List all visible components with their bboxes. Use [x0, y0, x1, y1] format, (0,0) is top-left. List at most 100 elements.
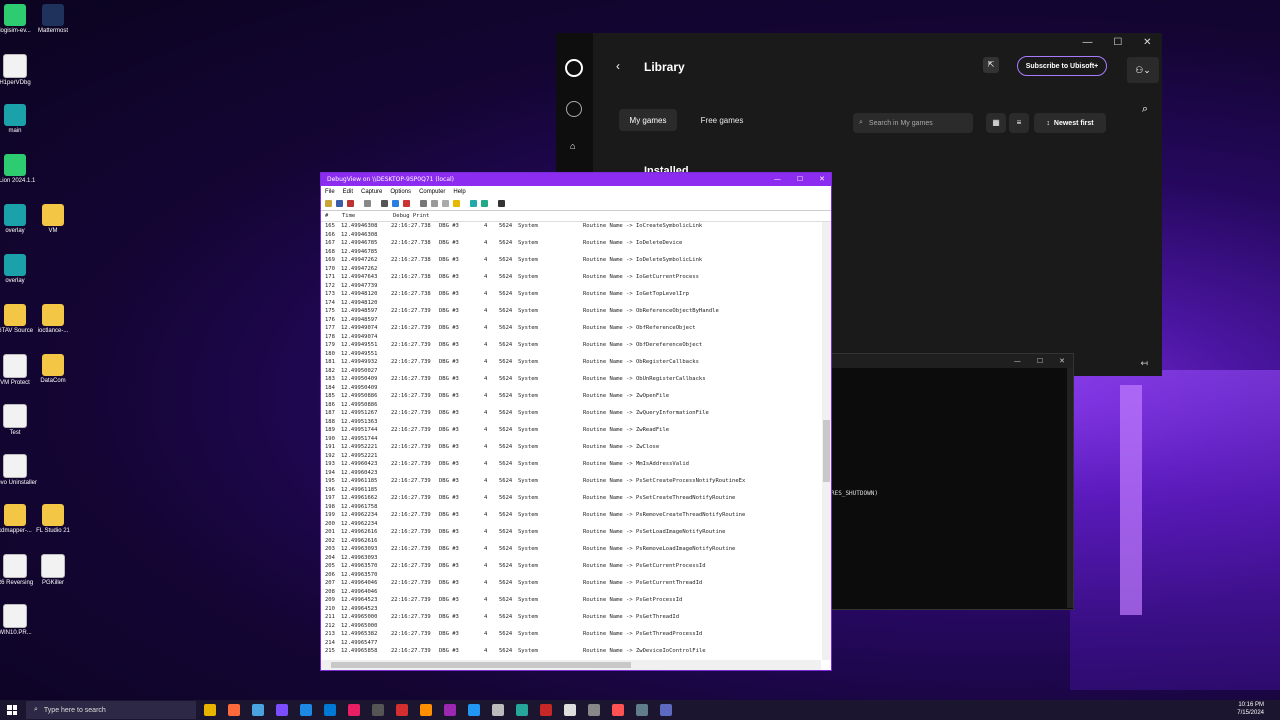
steam-icon[interactable]	[468, 704, 480, 716]
table-row[interactable]: 213 12.49965382 22:16:27.739 DBG #3 4 5624 Sys…	[321, 630, 821, 639]
table-row[interactable]: 184 12.49950409	[321, 384, 821, 393]
desktop-icon[interactable]: Revo Uninstaller	[0, 454, 43, 486]
desktop-icon[interactable]: PGKiller	[25, 554, 81, 586]
app-icon[interactable]	[348, 704, 360, 716]
table-row[interactable]: 186 12.49950886	[321, 401, 821, 410]
table-row[interactable]: 203 12.49963093 22:16:27.739 DBG #3 4 5624 Sys…	[321, 545, 821, 554]
menu-help[interactable]: Help	[453, 189, 465, 195]
desktop-icon[interactable]: ioctlance-...	[25, 304, 81, 334]
brave-icon[interactable]	[228, 704, 240, 716]
minimize-button[interactable]: —	[774, 173, 781, 186]
app-icon[interactable]	[372, 704, 384, 716]
find-icon[interactable]	[364, 200, 371, 207]
table-row[interactable]: 193 12.49960423 22:16:27.739 DBG #3 4 5624 Sys…	[321, 460, 821, 469]
desktop-icon[interactable]: overlay	[0, 254, 43, 284]
connect-icon[interactable]	[470, 200, 477, 207]
maximize-button[interactable]: ☐	[1037, 357, 1043, 365]
subscribe-button[interactable]: Subscribe to Ubisoft+	[1017, 56, 1107, 76]
table-row[interactable]: 176 12.49948597	[321, 316, 821, 325]
collapse-arrow-icon[interactable]: ↤	[1140, 358, 1148, 369]
table-row[interactable]: 207 12.49964046 22:16:27.739 DBG #3 4 5624 Sys…	[321, 579, 821, 588]
table-row[interactable]: 165 12.49946308 22:16:27.738 DBG #3 4 5624 Sys…	[321, 222, 821, 231]
right-search-icon[interactable]: ⌕	[1142, 103, 1148, 116]
friends-menu-icon[interactable]: ⚇⌄	[1127, 57, 1159, 83]
table-row[interactable]: 188 12.49951363	[321, 418, 821, 427]
filter-icon[interactable]	[420, 200, 427, 207]
desktop-icon[interactable]: Test	[0, 404, 43, 436]
app-icon[interactable]	[540, 704, 552, 716]
table-row[interactable]: 192 12.49952221	[321, 452, 821, 461]
table-row[interactable]: 189 12.49951744 22:16:27.739 DBG #3 4 5624 Sys…	[321, 426, 821, 435]
taskbar-clock[interactable]: 10:16 PM 7/15/2024	[1237, 701, 1264, 717]
menu-file[interactable]: File	[325, 189, 335, 195]
desktop-icon[interactable]: H1perVDbg	[0, 54, 43, 86]
back-arrow-icon[interactable]: ‹	[616, 59, 620, 73]
scroll-thumb[interactable]	[823, 420, 830, 482]
table-row[interactable]: 208 12.49964046	[321, 588, 821, 597]
table-row[interactable]: 177 12.49949074 22:16:27.739 DBG #3 4 5624 Sys…	[321, 324, 821, 333]
tab-my-games[interactable]: My games	[619, 109, 677, 131]
table-row[interactable]: 195 12.49961185 22:16:27.739 DBG #3 4 5624 Sys…	[321, 477, 821, 486]
app-icon[interactable]	[444, 704, 456, 716]
highlight-icon[interactable]	[431, 200, 438, 207]
maximize-button[interactable]: ☐	[1113, 37, 1122, 48]
table-row[interactable]: 185 12.49950886 22:16:27.739 DBG #3 4 5624 Sys…	[321, 392, 821, 401]
table-row[interactable]: 170 12.49947262	[321, 265, 821, 274]
desktop-icon[interactable]: DataCom	[25, 354, 81, 384]
search-input[interactable]: ⌕ Search in My games	[853, 113, 973, 133]
close-button[interactable]: ✕	[1059, 357, 1065, 365]
table-row[interactable]: 196 12.49961185	[321, 486, 821, 495]
app-icon[interactable]	[492, 704, 504, 716]
table-row[interactable]: 169 12.49947262 22:16:27.738 DBG #3 4 5624 Sys…	[321, 256, 821, 265]
table-row[interactable]: 198 12.49961758	[321, 503, 821, 512]
visual-studio-icon[interactable]	[276, 704, 288, 716]
debugview-icon[interactable]	[660, 704, 672, 716]
table-row[interactable]: 178 12.49949074	[321, 333, 821, 342]
desktop-icon[interactable]: Mattermost	[25, 4, 81, 34]
table-row[interactable]: 181 12.49949932 22:16:27.739 DBG #3 4 5624 Sys…	[321, 358, 821, 367]
app-icon[interactable]	[300, 704, 312, 716]
col-time[interactable]: Time	[342, 213, 355, 219]
capture-icon[interactable]	[381, 200, 388, 207]
table-row[interactable]: 206 12.49963570	[321, 571, 821, 580]
table-row[interactable]: 194 12.49960423	[321, 469, 821, 478]
table-row[interactable]: 210 12.49964523	[321, 605, 821, 614]
table-row[interactable]: 215 12.49965858 22:16:27.739 DBG #3 4 5624 Sys…	[321, 647, 821, 656]
filter-icon[interactable]: ≡	[1009, 113, 1029, 133]
home-icon[interactable]: ⌂	[570, 141, 575, 151]
table-row[interactable]: 182 12.49950027	[321, 367, 821, 376]
erase-icon[interactable]	[403, 200, 410, 207]
grid-view-icon[interactable]: ▦	[986, 113, 1006, 133]
maximize-button[interactable]: ☐	[797, 173, 803, 186]
clock-icon[interactable]	[453, 200, 460, 207]
table-row[interactable]: 214 12.49965477	[321, 639, 821, 648]
start-button[interactable]	[7, 705, 17, 715]
desktop-icon[interactable]: main	[0, 104, 43, 134]
app-icon[interactable]	[588, 704, 600, 716]
table-row[interactable]: 197 12.49961662 22:16:27.739 DBG #3 4 5624 Sys…	[321, 494, 821, 503]
table-row[interactable]: 201 12.49962616 22:16:27.739 DBG #3 4 5624 Sys…	[321, 528, 821, 537]
desktop-icon[interactable]: CLion 2024.1.1	[0, 154, 43, 184]
menu-options[interactable]: Options	[390, 189, 411, 195]
app-icon[interactable]	[420, 704, 432, 716]
hscroll-thumb[interactable]	[331, 662, 631, 668]
table-row[interactable]: 175 12.49948597 22:16:27.739 DBG #3 4 5624 Sys…	[321, 307, 821, 316]
table-row[interactable]: 168 12.49946785	[321, 248, 821, 257]
table-row[interactable]: 190 12.49951744	[321, 435, 821, 444]
close-button[interactable]: ✕	[819, 173, 825, 186]
open-icon[interactable]	[325, 200, 332, 207]
chrome-icon[interactable]	[252, 704, 264, 716]
table-row[interactable]: 179 12.49949551 22:16:27.739 DBG #3 4 5624 Sys…	[321, 341, 821, 350]
external-link-icon[interactable]: ⇱	[983, 57, 999, 73]
horizontal-scrollbar[interactable]	[321, 660, 821, 670]
history-icon[interactable]	[442, 200, 449, 207]
binoculars-icon[interactable]	[498, 200, 505, 207]
table-row[interactable]: 200 12.49962234	[321, 520, 821, 529]
app-icon[interactable]	[636, 704, 648, 716]
sort-button[interactable]: ↕ Newest first	[1034, 113, 1106, 133]
disconnect-icon[interactable]	[481, 200, 488, 207]
table-row[interactable]: 191 12.49952221 22:16:27.739 DBG #3 4 5624 Sys…	[321, 443, 821, 452]
table-row[interactable]: 171 12.49947643 22:16:27.738 DBG #3 4 5624 Sys…	[321, 273, 821, 282]
table-row[interactable]: 211 12.49965000 22:16:27.739 DBG #3 4 5624 Sys…	[321, 613, 821, 622]
taskbar-search[interactable]: ⌕ Type here to search	[26, 701, 196, 719]
